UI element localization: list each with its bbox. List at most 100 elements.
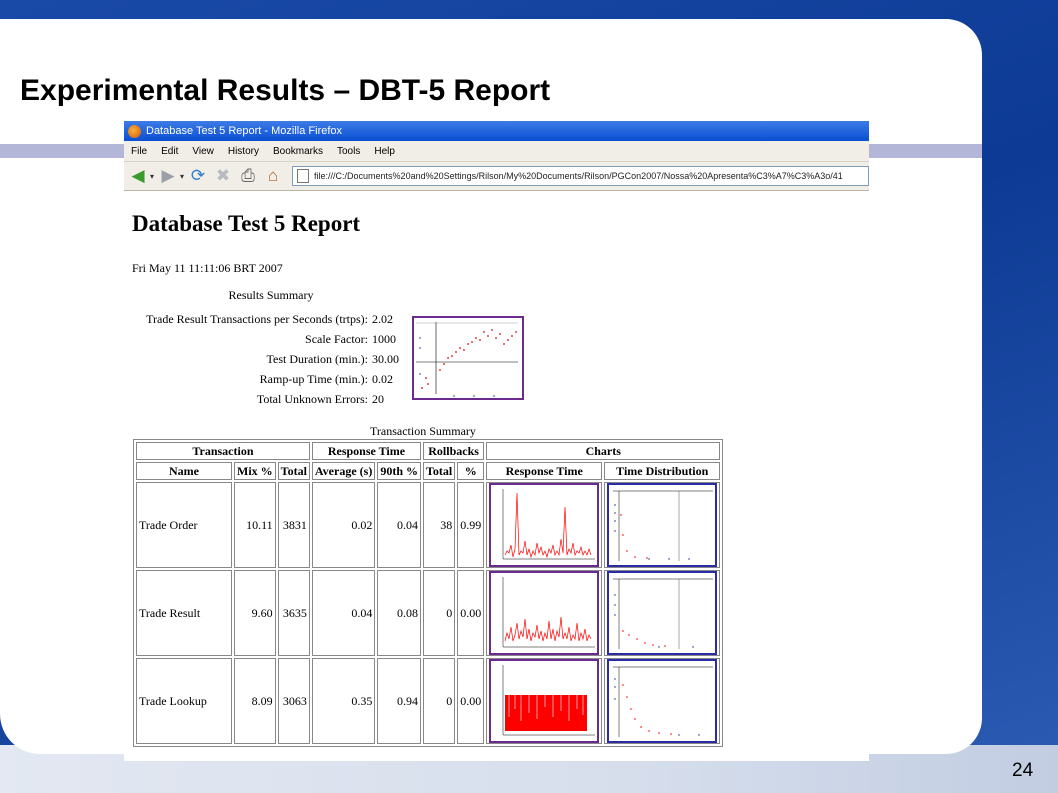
stop-button[interactable]: ✖ [212, 165, 234, 187]
col-average: Average (s) [311, 462, 376, 480]
col-rollback-pct: % [457, 462, 485, 480]
page-number: 24 [1012, 760, 1034, 781]
cell-average: 0.02 [311, 482, 376, 568]
menu-history[interactable]: History [221, 146, 266, 157]
summary-throughput-chart[interactable] [412, 316, 524, 400]
cell-name: Trade Lookup [136, 658, 232, 744]
summary-caption: Results Summary [228, 288, 314, 302]
summary-row: Total Unknown Errors: 20 [136, 389, 406, 409]
menu-view[interactable]: View [185, 146, 221, 157]
summary-label: Ramp-up Time (min.): [259, 372, 368, 386]
address-text: file:///C:/Documents%20and%20Settings/Ri… [314, 171, 843, 181]
window-title: Database Test 5 Report - Mozilla Firefox [146, 125, 343, 137]
summary-row: Ramp-up Time (min.): 0.02 [136, 369, 406, 389]
home-button[interactable]: ⌂ [262, 165, 284, 187]
forward-button[interactable]: ▶ [157, 165, 179, 187]
table-row: Trade Order 10.11 3831 0.02 0.04 38 0.99 [136, 482, 721, 568]
summary-label: Total Unknown Errors: [256, 392, 368, 406]
cell-distribution-chart [604, 482, 721, 568]
cell-average: 0.04 [311, 570, 376, 656]
firefox-icon [128, 124, 141, 138]
cell-response-chart [486, 482, 603, 568]
cell-total: 3635 [277, 570, 310, 656]
title-stripe-left [0, 144, 124, 158]
summary-row: Trade Result Transactions per Seconds (t… [136, 309, 406, 329]
cell-90th: 0.08 [377, 570, 421, 656]
group-response-time: Response Time [311, 442, 421, 460]
summary-value: 20 [372, 392, 384, 406]
home-icon: ⌂ [267, 166, 279, 185]
cell-total: 3831 [277, 482, 310, 568]
address-bar[interactable]: file:///C:/Documents%20and%20Settings/Ri… [292, 166, 869, 186]
summary-value: 1000 [372, 332, 396, 346]
col-90th: 90th % [377, 462, 421, 480]
cell-mix: 9.60 [234, 570, 276, 656]
navigation-toolbar: ◀ ▾ ▶ ▾ ⟳ ✖ ⎙ ⌂ file:///C:/Documents%20a… [124, 162, 869, 191]
title-stripe-right [869, 144, 982, 158]
summary-row: Test Duration (min.): 30.00 [136, 349, 406, 369]
group-transaction: Transaction [136, 442, 310, 460]
back-dropdown-icon[interactable]: ▾ [150, 172, 154, 181]
reload-button[interactable]: ⟳ [187, 165, 209, 187]
page-icon [297, 169, 310, 183]
back-arrow-icon: ◀ [131, 166, 145, 185]
menu-edit[interactable]: Edit [154, 146, 185, 157]
response-time-chart[interactable] [489, 483, 600, 567]
page-content: Database Test 5 Report Fri May 11 11:11:… [124, 189, 869, 761]
results-summary: Results Summary Trade Result Transaction… [136, 288, 406, 409]
group-rollbacks: Rollbacks [423, 442, 485, 460]
summary-label: Trade Result Transactions per Seconds (t… [146, 312, 368, 326]
report-title: Database Test 5 Report [132, 211, 361, 236]
print-button[interactable]: ⎙ [237, 165, 259, 187]
cell-response-chart [486, 658, 603, 744]
col-distribution-chart: Time Distribution [604, 462, 721, 480]
cell-distribution-chart [604, 570, 721, 656]
cell-90th: 0.04 [377, 482, 421, 568]
table-row: Trade Result 9.60 3635 0.04 0.08 0 0.00 [136, 570, 721, 656]
cell-rollback-pct: 0.99 [457, 482, 485, 568]
menu-bar: File Edit View History Bookmarks Tools H… [124, 141, 869, 162]
cell-name: Trade Result [136, 570, 232, 656]
cell-rollback-pct: 0.00 [457, 570, 485, 656]
group-charts: Charts [486, 442, 721, 460]
forward-dropdown-icon[interactable]: ▾ [180, 172, 184, 181]
cell-rollback-total: 0 [423, 570, 456, 656]
reload-icon: ⟳ [190, 166, 206, 185]
cell-mix: 10.11 [234, 482, 276, 568]
cell-rollback-total: 0 [423, 658, 456, 744]
cell-mix: 8.09 [234, 658, 276, 744]
summary-label: Scale Factor: [305, 332, 368, 346]
menu-tools[interactable]: Tools [330, 146, 367, 157]
summary-value: 30.00 [372, 352, 399, 366]
cell-response-chart [486, 570, 603, 656]
menu-bookmarks[interactable]: Bookmarks [266, 146, 330, 157]
report-date: Fri May 11 11:11:06 BRT 2007 [132, 261, 283, 275]
slide-title: Experimental Results – DBT-5 Report [20, 74, 551, 107]
forward-arrow-icon: ▶ [161, 166, 175, 185]
response-time-chart[interactable] [489, 571, 600, 655]
summary-row: Scale Factor: 1000 [136, 329, 406, 349]
back-button[interactable]: ◀ [127, 165, 149, 187]
col-name: Name [136, 462, 232, 480]
stop-icon: ✖ [215, 166, 231, 185]
col-mix: Mix % [234, 462, 276, 480]
menu-help[interactable]: Help [367, 146, 402, 157]
col-response-chart: Response Time [486, 462, 603, 480]
time-distribution-chart[interactable] [607, 659, 718, 743]
print-icon: ⎙ [241, 166, 255, 185]
summary-value: 0.02 [372, 372, 393, 386]
window-titlebar: Database Test 5 Report - Mozilla Firefox [124, 121, 869, 141]
cell-distribution-chart [604, 658, 721, 744]
cell-total: 3063 [277, 658, 310, 744]
response-time-chart[interactable] [489, 659, 600, 743]
cell-average: 0.35 [311, 658, 376, 744]
summary-label: Test Duration (min.): [266, 352, 368, 366]
col-total: Total [277, 462, 310, 480]
time-distribution-chart[interactable] [607, 483, 718, 567]
cell-rollback-total: 38 [423, 482, 456, 568]
menu-file[interactable]: File [124, 146, 154, 157]
cell-90th: 0.94 [377, 658, 421, 744]
firefox-window: Database Test 5 Report - Mozilla Firefox… [124, 121, 869, 761]
time-distribution-chart[interactable] [607, 571, 718, 655]
cell-rollback-pct: 0.00 [457, 658, 485, 744]
